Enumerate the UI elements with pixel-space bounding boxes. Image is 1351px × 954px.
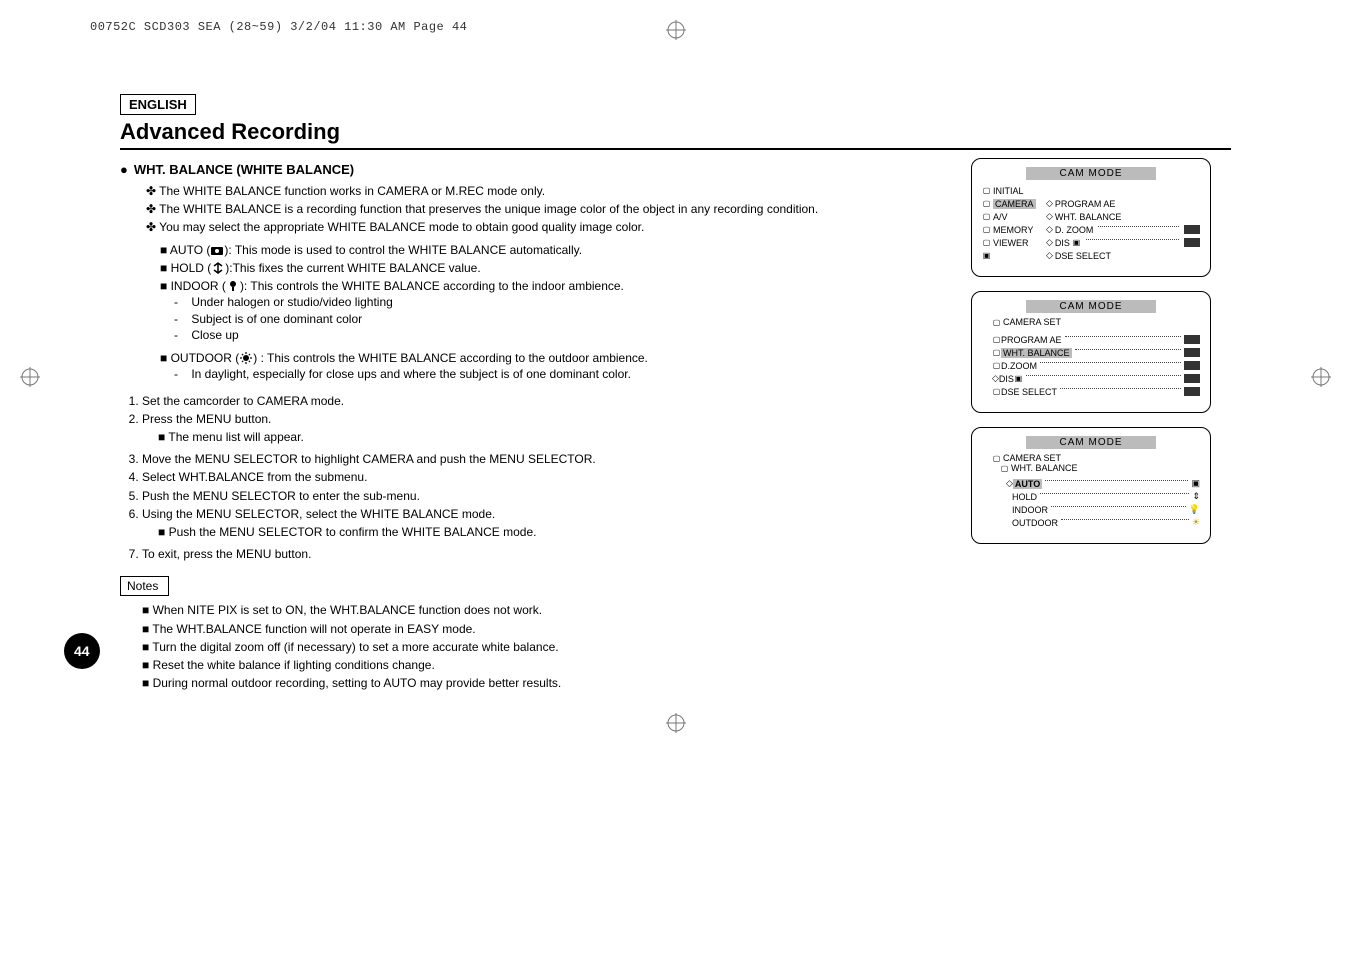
outdoor-icon: ☀: [1192, 517, 1200, 528]
osd-panel-wht-balance: CAM MODE ▢CAMERA SET ▢WHT. BALANCE ◇AUTO…: [971, 427, 1211, 544]
notes-label: Notes: [120, 576, 169, 596]
main-column: WHT. BALANCE (WHITE BALANCE) The WHITE B…: [120, 158, 947, 693]
step-sub: Push the MENU SELECTOR to confirm the WH…: [158, 524, 947, 540]
osd-panel-camera-set: CAM MODE ▢CAMERA SET ▢PROGRAM AE ▢WHT. B…: [971, 291, 1211, 413]
registration-mark-right: [1311, 367, 1331, 387]
registration-mark-bottom: [666, 713, 686, 733]
indoor-icon: 💡: [1189, 504, 1200, 515]
outdoor-sub: In daylight, especially for close ups an…: [174, 367, 947, 383]
section-heading: WHT. BALANCE (WHITE BALANCE): [120, 162, 947, 177]
mode-outdoor: OUTDOOR () : This controls the WHITE BAL…: [160, 350, 947, 383]
step: Push the MENU SELECTOR to enter the sub-…: [142, 488, 947, 504]
note-item: During normal outdoor recording, setting…: [142, 675, 947, 691]
hold-icon: ⇕: [1192, 491, 1200, 502]
osd-title: CAM MODE: [1026, 436, 1156, 449]
indoor-sub: Close up: [174, 328, 947, 344]
hold-icon: [211, 262, 225, 274]
auto-icon: ▣: [1191, 478, 1200, 489]
intro-bullet: The WHITE BALANCE function works in CAME…: [146, 183, 947, 199]
language-box: ENGLISH: [120, 94, 196, 115]
indoor-sub: Subject is of one dominant color: [174, 312, 947, 328]
page-title: Advanced Recording: [120, 119, 1231, 145]
note-item: The WHT.BALANCE function will not operat…: [142, 621, 947, 637]
step: To exit, press the MENU button.: [142, 546, 947, 562]
title-rule: [120, 148, 1231, 150]
step: Press the MENU button. The menu list wil…: [142, 411, 947, 445]
indoor-icon: [226, 280, 240, 292]
mode-hold: HOLD ():This fixes the current WHITE BAL…: [160, 260, 947, 276]
note-item: When NITE PIX is set to ON, the WHT.BALA…: [142, 602, 947, 618]
step: Move the MENU SELECTOR to highlight CAME…: [142, 451, 947, 467]
note-item: Turn the digital zoom off (if necessary)…: [142, 639, 947, 655]
osd-column: CAM MODE ▢INITIAL ▢CAMERA◇PROGRAM AE ▢A/…: [971, 158, 1231, 558]
page-number: 44: [74, 643, 90, 659]
intro-bullet: You may select the appropriate WHITE BAL…: [146, 219, 947, 235]
mode-indoor: INDOOR (): This controls the WHITE BALAN…: [160, 278, 947, 344]
osd-panel-main-menu: CAM MODE ▢INITIAL ▢CAMERA◇PROGRAM AE ▢A/…: [971, 158, 1211, 277]
mode-auto: AUTO (): This mode is used to control th…: [160, 242, 947, 258]
intro-bullet: The WHITE BALANCE is a recording functio…: [146, 201, 947, 217]
auto-icon: [210, 245, 224, 257]
step: Select WHT.BALANCE from the submenu.: [142, 469, 947, 485]
registration-mark-top: [666, 20, 686, 40]
outdoor-icon: [239, 352, 253, 364]
indoor-sub: Under halogen or studio/video lighting: [174, 295, 947, 311]
step: Using the MENU SELECTOR, select the WHIT…: [142, 506, 947, 540]
step: Set the camcorder to CAMERA mode.: [142, 393, 947, 409]
step-sub: The menu list will appear.: [158, 429, 947, 445]
registration-mark-left: [20, 367, 40, 387]
note-item: Reset the white balance if lighting cond…: [142, 657, 947, 673]
osd-title: CAM MODE: [1026, 300, 1156, 313]
osd-title: CAM MODE: [1026, 167, 1156, 180]
